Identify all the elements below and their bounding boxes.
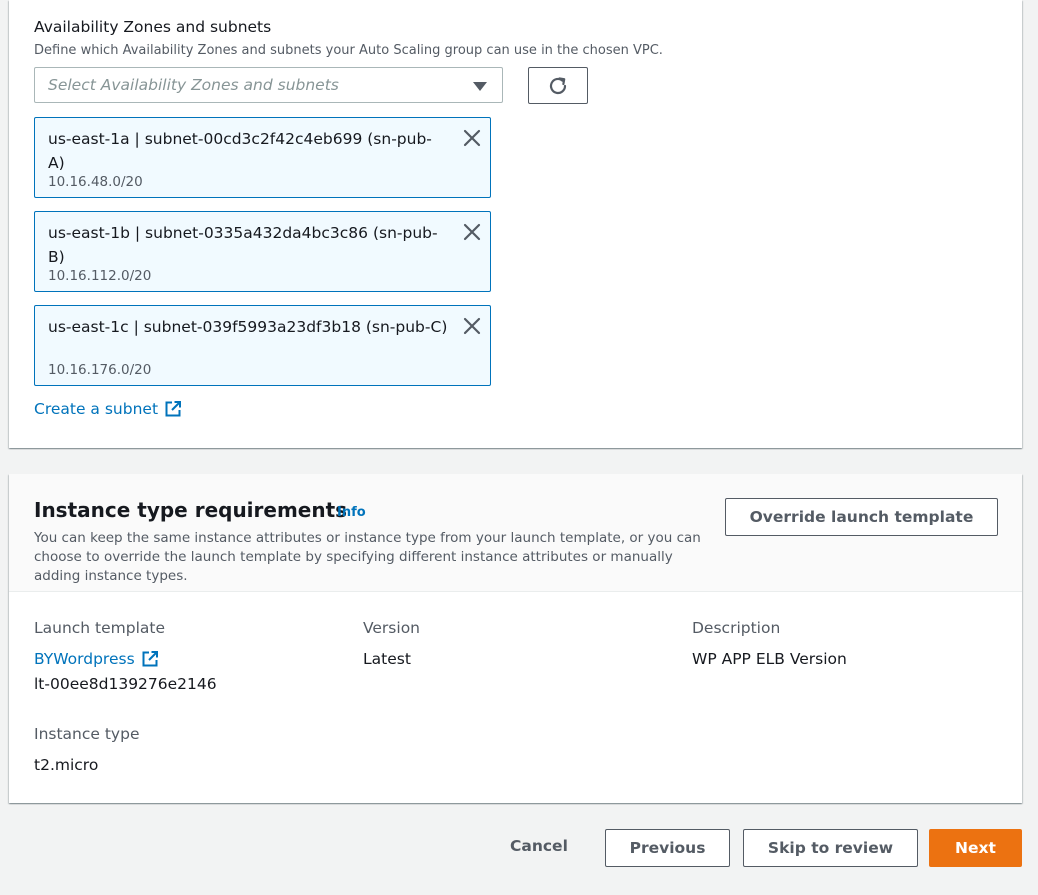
external-link-icon xyxy=(165,401,182,417)
subnet-token-b: us-east-1b | subnet-0335a432da4bc3c86 (s… xyxy=(34,211,491,292)
description-value: WP APP ELB Version xyxy=(692,650,847,668)
az-subnets-placeholder: Select Availability Zones and subnets xyxy=(48,76,339,94)
subnet-token-title: us-east-1c | subnet-039f5993a23df3b18 (s… xyxy=(48,318,448,336)
subnet-token-title: us-east-1a | subnet-00cd3c2f42c4eb699 (s… xyxy=(48,130,432,172)
next-button[interactable]: Next xyxy=(929,829,1022,867)
version-label: Version xyxy=(363,619,420,637)
subnet-token-cidr: 10.16.48.0/20 xyxy=(48,174,143,190)
subnets-panel: Availability Zones and subnets Define wh… xyxy=(9,0,1022,448)
subnet-token-title: us-east-1b | subnet-0335a432da4bc3c86 (s… xyxy=(48,224,438,266)
launch-template-id: lt-00ee8d139276e2146 xyxy=(34,675,217,693)
launch-template-link[interactable]: BYWordpress xyxy=(34,650,159,668)
instance-type-label: Instance type xyxy=(34,725,140,743)
override-launch-template-button[interactable]: Override launch template xyxy=(725,498,998,536)
az-subnets-label: Availability Zones and subnets xyxy=(34,18,272,36)
create-subnet-link-label: Create a subnet xyxy=(34,400,159,418)
az-subnets-select[interactable]: Select Availability Zones and subnets xyxy=(34,67,503,103)
create-subnet-link[interactable]: Create a subnet xyxy=(34,400,182,418)
instance-type-title: Instance type requirements xyxy=(34,498,348,522)
previous-button[interactable]: Previous xyxy=(605,829,730,867)
instance-type-value: t2.micro xyxy=(34,756,99,774)
close-icon[interactable] xyxy=(462,128,482,148)
refresh-icon xyxy=(549,76,567,94)
cancel-button[interactable]: Cancel xyxy=(510,837,568,855)
launch-template-label: Launch template xyxy=(34,619,166,637)
az-subnets-description: Define which Availability Zones and subn… xyxy=(34,43,663,58)
subnet-token-a: us-east-1a | subnet-00cd3c2f42c4eb699 (s… xyxy=(34,117,491,198)
info-link[interactable]: Info xyxy=(337,505,366,520)
external-link-icon xyxy=(142,651,158,667)
skip-to-review-button[interactable]: Skip to review xyxy=(743,829,918,867)
instance-type-panel: Instance type requirements Info You can … xyxy=(9,474,1022,803)
close-icon[interactable] xyxy=(462,316,482,336)
description-label: Description xyxy=(692,619,781,637)
close-icon[interactable] xyxy=(462,222,482,242)
caret-down-icon xyxy=(473,82,487,91)
refresh-button[interactable] xyxy=(528,67,588,104)
launch-template-name: BYWordpress xyxy=(34,650,135,668)
instance-type-description: You can keep the same instance attribute… xyxy=(34,530,701,584)
subnet-token-c: us-east-1c | subnet-039f5993a23df3b18 (s… xyxy=(34,305,491,386)
version-value: Latest xyxy=(363,650,411,668)
instance-type-header: Instance type requirements Info You can … xyxy=(9,474,1022,592)
subnet-token-cidr: 10.16.112.0/20 xyxy=(48,268,152,284)
subnet-token-cidr: 10.16.176.0/20 xyxy=(48,362,152,378)
